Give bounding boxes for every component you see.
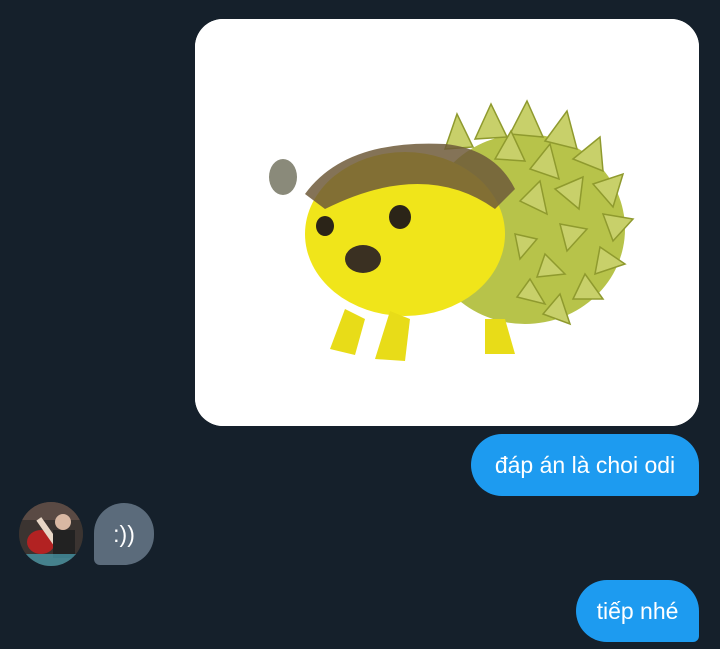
hedgehog-durian-image[interactable] <box>195 19 699 426</box>
received-message-bubble[interactable]: :)) <box>94 503 154 565</box>
guitar-player-icon <box>19 502 83 566</box>
avatar[interactable] <box>19 502 83 566</box>
hedgehog-durian-picture <box>195 19 699 426</box>
sent-message-bubble[interactable]: đáp án là choi odi <box>471 434 699 496</box>
sent-message-bubble[interactable]: tiếp nhé <box>576 580 699 642</box>
message-thread: đáp án là choi odi :)) tiếp nhé <box>0 0 720 649</box>
